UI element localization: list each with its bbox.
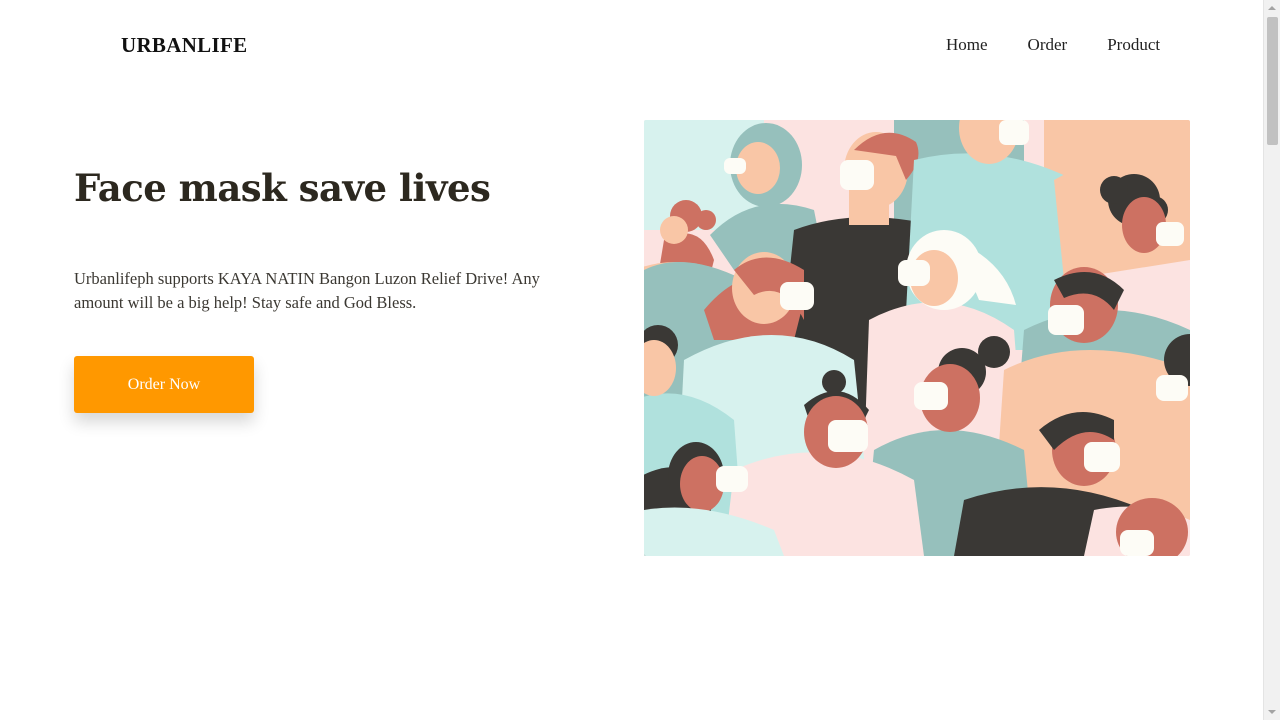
hero-title: Face mask save lives [74, 166, 491, 210]
brand-logo[interactable]: URBANLIFE [121, 33, 247, 58]
landing-page: URBANLIFE Home Order Product Face mask s… [0, 0, 1263, 720]
nav-home-link[interactable]: Home [946, 35, 988, 55]
page-scrollbar[interactable] [1263, 0, 1280, 720]
nav-order-link[interactable]: Order [1028, 35, 1068, 55]
scroll-down-arrow-icon[interactable] [1264, 703, 1280, 720]
scrollbar-thumb[interactable] [1267, 17, 1278, 145]
main-nav: Home Order Product [946, 35, 1160, 55]
scroll-up-arrow-icon[interactable] [1264, 0, 1280, 17]
nav-product-link[interactable]: Product [1107, 35, 1160, 55]
masked-people-illustration [644, 120, 1190, 556]
hero-image [644, 120, 1190, 556]
order-now-button[interactable]: Order Now [74, 356, 254, 413]
hero-description: Urbanlifeph supports KAYA NATIN Bangon L… [74, 269, 540, 312]
